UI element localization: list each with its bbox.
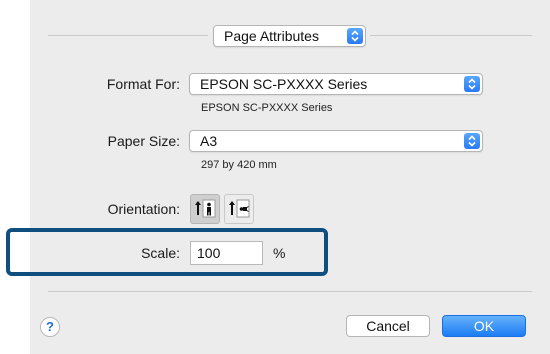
ok-button[interactable]: OK	[442, 315, 526, 337]
format-for-value: EPSON SC-PXXXX Series	[200, 76, 368, 92]
portrait-orientation-button[interactable]	[190, 194, 220, 224]
stepper-icon	[347, 28, 363, 44]
format-for-label: Format For:	[106, 76, 180, 92]
page-attributes-popup[interactable]: Page Attributes	[213, 25, 366, 47]
paper-size-value: A3	[200, 133, 218, 149]
separator-left	[48, 35, 208, 36]
paper-size-dimensions: 297 by 420 mm	[201, 159, 277, 171]
format-for-description: EPSON SC-PXXXX Series	[201, 102, 333, 114]
scale-highlight-box	[6, 228, 328, 276]
page-attributes-label: Page Attributes	[224, 28, 319, 44]
portrait-icon	[195, 199, 216, 218]
paper-size-label: Paper Size:	[107, 133, 180, 149]
help-icon[interactable]: ?	[40, 317, 60, 337]
orientation-label: Orientation:	[107, 201, 180, 217]
stepper-icon	[464, 76, 480, 92]
format-for-popup[interactable]: EPSON SC-PXXXX Series	[189, 73, 483, 95]
paper-size-popup[interactable]: A3	[189, 130, 483, 152]
landscape-icon	[229, 199, 250, 218]
stepper-icon	[464, 133, 480, 149]
cancel-button[interactable]: Cancel	[346, 315, 430, 337]
separator-right	[370, 35, 532, 36]
footer-separator	[48, 291, 532, 292]
landscape-orientation-button[interactable]	[224, 194, 254, 224]
page-setup-dialog: Page Attributes Format For: EPSON SC-PXX…	[30, 0, 550, 354]
